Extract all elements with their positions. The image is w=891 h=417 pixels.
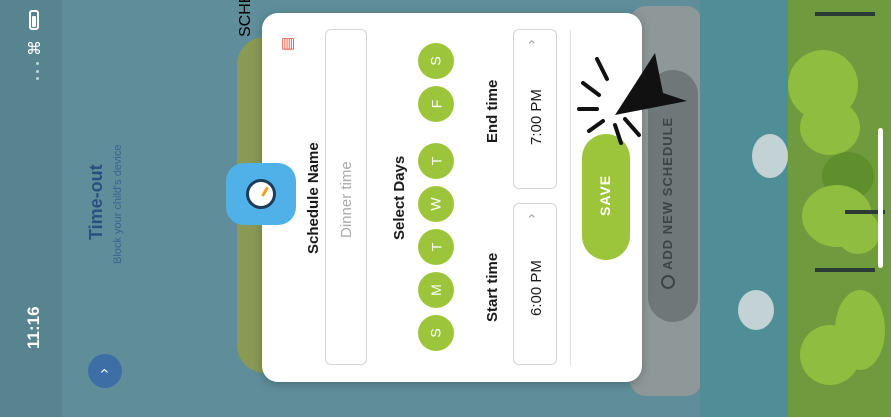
cloud-icon — [752, 134, 788, 178]
status-bar: ⌘ 11:16 — [0, 0, 62, 417]
cloud-icon — [738, 290, 774, 330]
day-toggle-saturday[interactable]: S — [418, 43, 454, 79]
page-title: Time-out — [86, 164, 106, 240]
start-time-value: 6:00 PM — [528, 260, 545, 316]
timer-small-icon — [661, 275, 675, 289]
end-time-value: 7:00 PM — [528, 89, 545, 145]
status-time: 11:16 — [24, 306, 43, 349]
trash-icon[interactable]: ▤ — [278, 33, 296, 51]
page-subtitle: Block your child's device — [112, 144, 124, 265]
tree-icon — [800, 100, 860, 155]
wifi-icon: ⌘ — [27, 40, 44, 56]
pointer-arrow-icon — [577, 53, 687, 145]
chevron-right-icon: › — [522, 39, 539, 45]
end-time-label: End time — [484, 79, 501, 143]
start-time-label: Start time — [484, 252, 501, 322]
chevron-down-icon: › — [95, 368, 113, 374]
schedule-card-label: SCHEDULE — [237, 0, 255, 37]
app-screen: ⌘ 11:16 Time-out Block your child's devi… — [0, 0, 891, 417]
battery-icon — [29, 10, 39, 30]
divider — [570, 30, 571, 366]
lamp-icon — [815, 268, 875, 272]
save-button-label: SAVE — [597, 174, 613, 216]
expand-button[interactable]: › — [88, 354, 122, 388]
signal-icon — [36, 62, 39, 80]
lamp-icon — [815, 12, 875, 16]
scroll-indicator[interactable] — [878, 128, 883, 268]
chevron-right-icon: › — [522, 213, 539, 219]
tree-icon — [835, 290, 885, 370]
tree-icon — [836, 210, 880, 254]
schedule-name-label: Schedule Name — [305, 142, 322, 254]
day-toggle-friday[interactable]: F — [418, 86, 454, 122]
day-toggle-monday[interactable]: M — [418, 272, 454, 308]
timer-icon — [226, 163, 296, 225]
select-days-label: Select Days — [391, 155, 408, 240]
day-toggle-tuesday[interactable]: T — [418, 229, 454, 265]
day-toggle-wednesday[interactable]: W — [418, 186, 454, 222]
day-toggle-sunday[interactable]: S — [418, 315, 454, 351]
day-toggle-thursday[interactable]: T — [418, 143, 454, 179]
schedule-name-placeholder: Dinner time — [338, 161, 355, 238]
